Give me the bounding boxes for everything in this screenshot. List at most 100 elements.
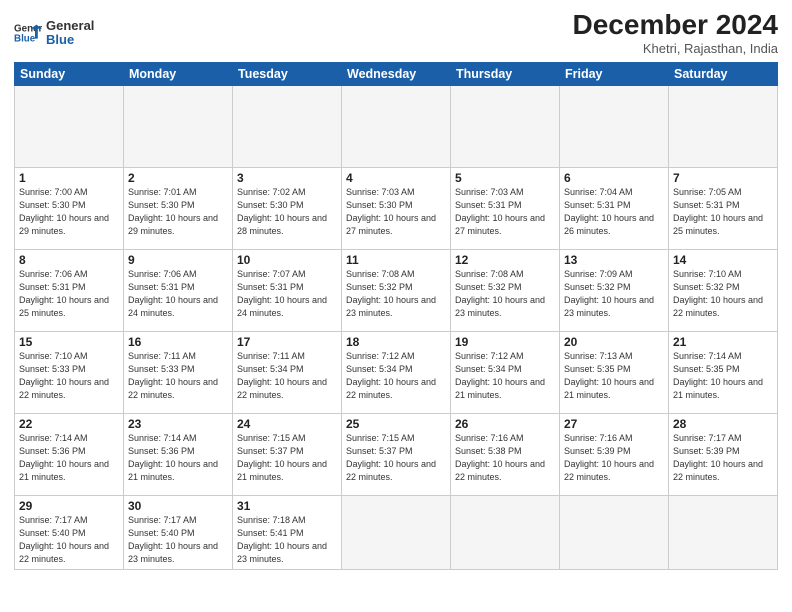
- day-number: 3: [237, 171, 337, 185]
- day-info: Sunrise: 7:10 AMSunset: 5:32 PMDaylight:…: [673, 268, 773, 320]
- table-row: 23 Sunrise: 7:14 AMSunset: 5:36 PMDaylig…: [124, 413, 233, 495]
- day-number: 29: [19, 499, 119, 513]
- calendar-week-row: 8 Sunrise: 7:06 AMSunset: 5:31 PMDayligh…: [15, 249, 778, 331]
- table-row: 10 Sunrise: 7:07 AMSunset: 5:31 PMDaylig…: [233, 249, 342, 331]
- col-saturday: Saturday: [669, 62, 778, 85]
- day-info: Sunrise: 7:06 AMSunset: 5:31 PMDaylight:…: [19, 268, 119, 320]
- page-container: General Blue General Blue December 2024 …: [0, 0, 792, 612]
- day-info: Sunrise: 7:03 AMSunset: 5:30 PMDaylight:…: [346, 186, 446, 238]
- table-row: 22 Sunrise: 7:14 AMSunset: 5:36 PMDaylig…: [15, 413, 124, 495]
- calendar-week-row: 15 Sunrise: 7:10 AMSunset: 5:33 PMDaylig…: [15, 331, 778, 413]
- day-number: 14: [673, 253, 773, 267]
- day-info: Sunrise: 7:06 AMSunset: 5:31 PMDaylight:…: [128, 268, 228, 320]
- day-info: Sunrise: 7:15 AMSunset: 5:37 PMDaylight:…: [346, 432, 446, 484]
- day-info: Sunrise: 7:16 AMSunset: 5:38 PMDaylight:…: [455, 432, 555, 484]
- calendar-week-row: 29 Sunrise: 7:17 AMSunset: 5:40 PMDaylig…: [15, 495, 778, 569]
- day-number: 6: [564, 171, 664, 185]
- table-row: 27 Sunrise: 7:16 AMSunset: 5:39 PMDaylig…: [560, 413, 669, 495]
- svg-text:Blue: Blue: [14, 33, 36, 44]
- day-number: 8: [19, 253, 119, 267]
- table-row: 12 Sunrise: 7:08 AMSunset: 5:32 PMDaylig…: [451, 249, 560, 331]
- table-row: [669, 495, 778, 569]
- day-number: 24: [237, 417, 337, 431]
- calendar-header-row: Sunday Monday Tuesday Wednesday Thursday…: [15, 62, 778, 85]
- table-row: 13 Sunrise: 7:09 AMSunset: 5:32 PMDaylig…: [560, 249, 669, 331]
- table-row: [233, 85, 342, 167]
- table-row: 2 Sunrise: 7:01 AMSunset: 5:30 PMDayligh…: [124, 167, 233, 249]
- day-info: Sunrise: 7:01 AMSunset: 5:30 PMDaylight:…: [128, 186, 228, 238]
- day-info: Sunrise: 7:12 AMSunset: 5:34 PMDaylight:…: [346, 350, 446, 402]
- day-info: Sunrise: 7:05 AMSunset: 5:31 PMDaylight:…: [673, 186, 773, 238]
- day-info: Sunrise: 7:03 AMSunset: 5:31 PMDaylight:…: [455, 186, 555, 238]
- day-number: 12: [455, 253, 555, 267]
- calendar-week-row: [15, 85, 778, 167]
- logo: General Blue General Blue: [14, 19, 94, 48]
- table-row: 5 Sunrise: 7:03 AMSunset: 5:31 PMDayligh…: [451, 167, 560, 249]
- day-info: Sunrise: 7:02 AMSunset: 5:30 PMDaylight:…: [237, 186, 337, 238]
- day-info: Sunrise: 7:11 AMSunset: 5:34 PMDaylight:…: [237, 350, 337, 402]
- day-number: 28: [673, 417, 773, 431]
- col-wednesday: Wednesday: [342, 62, 451, 85]
- table-row: 17 Sunrise: 7:11 AMSunset: 5:34 PMDaylig…: [233, 331, 342, 413]
- day-number: 26: [455, 417, 555, 431]
- day-info: Sunrise: 7:14 AMSunset: 5:36 PMDaylight:…: [19, 432, 119, 484]
- table-row: 18 Sunrise: 7:12 AMSunset: 5:34 PMDaylig…: [342, 331, 451, 413]
- table-row: 7 Sunrise: 7:05 AMSunset: 5:31 PMDayligh…: [669, 167, 778, 249]
- table-row: [669, 85, 778, 167]
- day-number: 22: [19, 417, 119, 431]
- table-row: [342, 85, 451, 167]
- table-row: 20 Sunrise: 7:13 AMSunset: 5:35 PMDaylig…: [560, 331, 669, 413]
- day-number: 1: [19, 171, 119, 185]
- day-info: Sunrise: 7:04 AMSunset: 5:31 PMDaylight:…: [564, 186, 664, 238]
- table-row: 14 Sunrise: 7:10 AMSunset: 5:32 PMDaylig…: [669, 249, 778, 331]
- day-info: Sunrise: 7:17 AMSunset: 5:39 PMDaylight:…: [673, 432, 773, 484]
- table-row: 11 Sunrise: 7:08 AMSunset: 5:32 PMDaylig…: [342, 249, 451, 331]
- day-info: Sunrise: 7:08 AMSunset: 5:32 PMDaylight:…: [455, 268, 555, 320]
- day-info: Sunrise: 7:14 AMSunset: 5:36 PMDaylight:…: [128, 432, 228, 484]
- col-sunday: Sunday: [15, 62, 124, 85]
- table-row: 24 Sunrise: 7:15 AMSunset: 5:37 PMDaylig…: [233, 413, 342, 495]
- day-number: 5: [455, 171, 555, 185]
- day-number: 4: [346, 171, 446, 185]
- day-info: Sunrise: 7:12 AMSunset: 5:34 PMDaylight:…: [455, 350, 555, 402]
- table-row: 1 Sunrise: 7:00 AMSunset: 5:30 PMDayligh…: [15, 167, 124, 249]
- day-number: 7: [673, 171, 773, 185]
- month-title: December 2024: [573, 10, 778, 41]
- table-row: 29 Sunrise: 7:17 AMSunset: 5:40 PMDaylig…: [15, 495, 124, 569]
- day-number: 21: [673, 335, 773, 349]
- day-number: 2: [128, 171, 228, 185]
- table-row: 8 Sunrise: 7:06 AMSunset: 5:31 PMDayligh…: [15, 249, 124, 331]
- table-row: 16 Sunrise: 7:11 AMSunset: 5:33 PMDaylig…: [124, 331, 233, 413]
- day-number: 13: [564, 253, 664, 267]
- day-info: Sunrise: 7:16 AMSunset: 5:39 PMDaylight:…: [564, 432, 664, 484]
- day-number: 20: [564, 335, 664, 349]
- table-row: [560, 495, 669, 569]
- col-thursday: Thursday: [451, 62, 560, 85]
- table-row: 31 Sunrise: 7:18 AMSunset: 5:41 PMDaylig…: [233, 495, 342, 569]
- logo-general: General: [46, 19, 94, 33]
- day-info: Sunrise: 7:13 AMSunset: 5:35 PMDaylight:…: [564, 350, 664, 402]
- day-number: 30: [128, 499, 228, 513]
- table-row: 6 Sunrise: 7:04 AMSunset: 5:31 PMDayligh…: [560, 167, 669, 249]
- day-number: 19: [455, 335, 555, 349]
- col-monday: Monday: [124, 62, 233, 85]
- day-number: 31: [237, 499, 337, 513]
- table-row: [451, 85, 560, 167]
- day-number: 15: [19, 335, 119, 349]
- day-info: Sunrise: 7:00 AMSunset: 5:30 PMDaylight:…: [19, 186, 119, 238]
- table-row: 3 Sunrise: 7:02 AMSunset: 5:30 PMDayligh…: [233, 167, 342, 249]
- day-number: 17: [237, 335, 337, 349]
- table-row: [560, 85, 669, 167]
- day-info: Sunrise: 7:15 AMSunset: 5:37 PMDaylight:…: [237, 432, 337, 484]
- calendar-week-row: 1 Sunrise: 7:00 AMSunset: 5:30 PMDayligh…: [15, 167, 778, 249]
- day-info: Sunrise: 7:17 AMSunset: 5:40 PMDaylight:…: [19, 514, 119, 566]
- day-info: Sunrise: 7:10 AMSunset: 5:33 PMDaylight:…: [19, 350, 119, 402]
- table-row: [451, 495, 560, 569]
- calendar-week-row: 22 Sunrise: 7:14 AMSunset: 5:36 PMDaylig…: [15, 413, 778, 495]
- table-row: 26 Sunrise: 7:16 AMSunset: 5:38 PMDaylig…: [451, 413, 560, 495]
- table-row: [342, 495, 451, 569]
- table-row: 9 Sunrise: 7:06 AMSunset: 5:31 PMDayligh…: [124, 249, 233, 331]
- day-number: 16: [128, 335, 228, 349]
- table-row: 30 Sunrise: 7:17 AMSunset: 5:40 PMDaylig…: [124, 495, 233, 569]
- title-block: December 2024 Khetri, Rajasthan, India: [573, 10, 778, 56]
